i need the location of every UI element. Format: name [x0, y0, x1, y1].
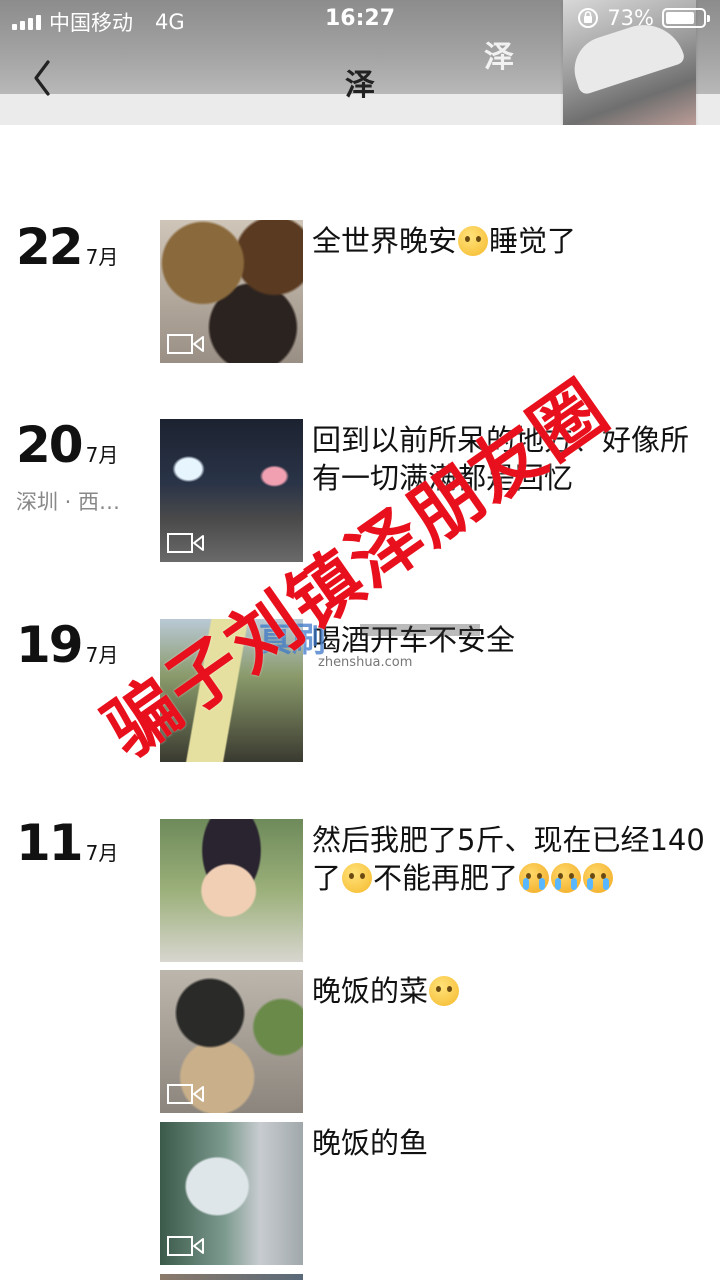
video-camera-icon [167, 334, 204, 354]
post-item[interactable]: 晚饭的菜 [160, 970, 720, 1113]
post-date: 22 7月 [16, 218, 118, 272]
post-item[interactable]: 晚饭的鱼 [160, 1122, 720, 1265]
post-item[interactable]: 全世界晚安 睡觉了 [160, 220, 720, 363]
post-item[interactable]: 然后我肥了5斤、现在已经140了 不能再肥了 [160, 819, 720, 962]
photo-thumbnail[interactable] [160, 619, 303, 762]
post-item-partial[interactable] [160, 1274, 720, 1280]
post-caption: 晚饭的鱼 [312, 1126, 429, 1160]
photo-thumbnail[interactable] [160, 1274, 303, 1280]
crying-emoji-icon [551, 863, 582, 893]
crying-emoji-icon [583, 863, 614, 893]
date-day: 19 [16, 616, 84, 674]
post-caption: 回到以前所呆的地方、好像所有一切满满都是回忆 [312, 423, 690, 495]
post-caption: 喝酒开车不安全 [312, 623, 516, 657]
battery-percent: 73% [607, 6, 654, 30]
video-camera-icon [167, 1236, 204, 1256]
video-thumbnail[interactable] [160, 970, 303, 1113]
post-item[interactable]: 喝酒开车不安全 [160, 619, 720, 762]
pleading-emoji-icon [429, 976, 460, 1006]
crying-emoji-icon [519, 863, 550, 893]
photo-thumbnail[interactable] [160, 819, 303, 962]
post-caption: 全世界晚安 睡觉了 [312, 224, 577, 258]
video-thumbnail[interactable] [160, 1122, 303, 1265]
pleading-emoji-icon [458, 226, 489, 256]
post-item[interactable]: 回到以前所呆的地方、好像所有一切满满都是回忆 [160, 419, 720, 562]
date-month: 7月 [85, 245, 119, 269]
video-thumbnail[interactable] [160, 419, 303, 562]
post-date: 11 7月 [16, 814, 118, 868]
page-title: 泽 [345, 68, 375, 103]
date-month: 7月 [85, 841, 119, 865]
flushed-emoji-icon [342, 863, 373, 893]
post-caption: 晚饭的菜 [312, 972, 712, 1010]
rotation-lock-icon [578, 8, 599, 28]
profile-header: 泽 中国移动 4G 16:27 73% 泽 [0, 0, 720, 125]
post-location[interactable]: 深圳 · 西… [16, 486, 151, 516]
date-day: 11 [16, 814, 84, 872]
date-day: 22 [16, 218, 84, 276]
video-camera-icon [167, 533, 204, 553]
date-month: 7月 [85, 643, 119, 667]
video-camera-icon [167, 1084, 204, 1104]
date-month: 7月 [85, 443, 119, 467]
date-day: 20 [16, 416, 84, 474]
video-thumbnail[interactable] [160, 220, 303, 363]
post-caption: 然后我肥了5斤、现在已经140了 不能再肥了 [312, 823, 705, 895]
post-date: 20 7月 [16, 416, 118, 470]
status-bar: 中国移动 4G 16:27 73% [0, 0, 720, 40]
post-date: 19 7月 [16, 616, 118, 670]
battery-icon [662, 8, 710, 28]
